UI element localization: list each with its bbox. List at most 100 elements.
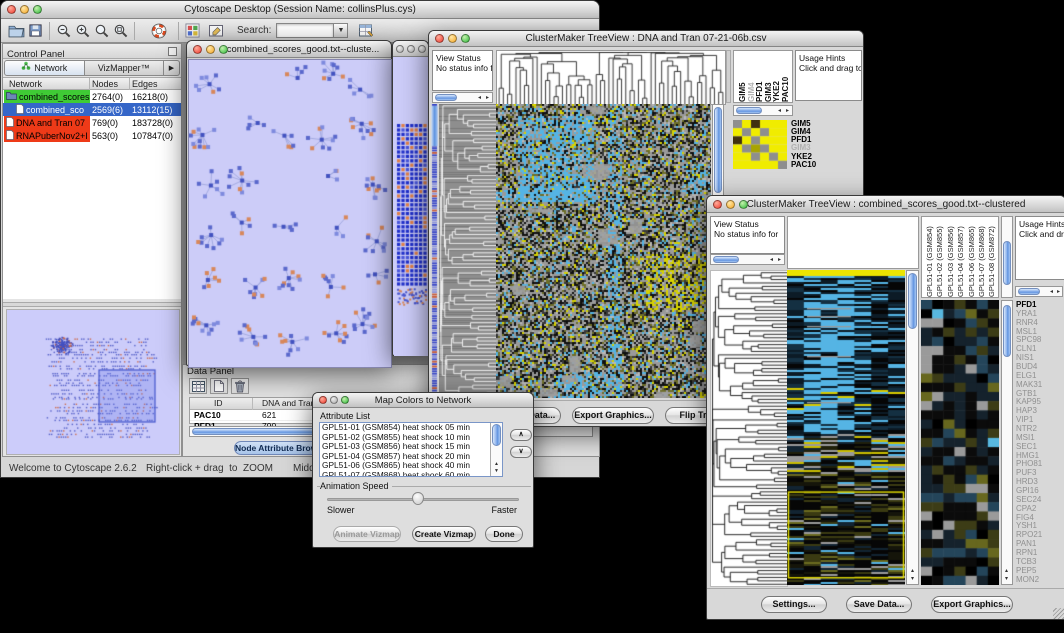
zoom-window-icon[interactable] (418, 45, 426, 53)
gene-label[interactable]: HRD3 (1016, 478, 1064, 487)
close-icon[interactable] (319, 396, 327, 404)
data-col-id[interactable]: ID (214, 398, 223, 408)
gene-label[interactable]: HAP3 (1016, 407, 1064, 416)
gene-label[interactable]: BUD4 (1016, 363, 1064, 372)
scroll-thumb[interactable] (736, 107, 762, 114)
minimize-icon[interactable] (330, 396, 338, 404)
treeview2-zoom-vscroll[interactable]: ▴ ▾ (1001, 300, 1013, 585)
main-titlebar[interactable]: Cytoscape Desktop (Session Name: collins… (1, 1, 599, 19)
gene-label[interactable]: PFD1 (1016, 301, 1064, 310)
gene-label[interactable]: TCB3 (1016, 558, 1064, 567)
overview-splitter[interactable] (3, 302, 181, 307)
save-icon[interactable] (26, 21, 45, 40)
gene-label[interactable]: MAK31 (1016, 381, 1064, 390)
scroll-left-icon[interactable]: ◂ (778, 108, 781, 114)
zoom-window-icon[interactable] (461, 34, 470, 43)
search-dropdown-button[interactable]: ▼ (334, 23, 348, 38)
done-button[interactable]: Done (485, 526, 523, 542)
attribute-list-item[interactable]: GPL51-04 (GSM857) heat shock 20 min (320, 452, 502, 462)
scroll-thumb[interactable] (908, 273, 917, 329)
gene-label[interactable]: PHO81 (1016, 460, 1064, 469)
network-graph-canvas[interactable] (188, 59, 392, 368)
export-graphics-button[interactable]: Export Graphics... (931, 596, 1013, 613)
scroll-down-icon[interactable]: ▾ (911, 576, 914, 582)
treeview1-zoom-hscroll[interactable]: ◂ ▸ (733, 105, 793, 116)
scroll-thumb[interactable] (1003, 241, 1011, 285)
gene-label[interactable]: RPN1 (1016, 549, 1064, 558)
t1-heatmap-canvas[interactable] (496, 104, 711, 398)
gene-label[interactable]: VIP1 (1016, 416, 1064, 425)
settings-button[interactable]: Settings... (761, 596, 827, 613)
open-folder-icon[interactable] (7, 21, 26, 40)
t2-heatmap-canvas[interactable] (787, 270, 905, 585)
minimize-icon[interactable] (448, 34, 457, 43)
scroll-thumb[interactable] (714, 107, 722, 193)
scroll-left-icon[interactable]: ◂ (1050, 289, 1053, 295)
scroll-thumb[interactable] (1018, 288, 1040, 295)
gene-label[interactable]: SEC1 (1016, 443, 1064, 452)
network-list-row[interactable]: DNA and Tran 07769(0)183728(0) (3, 116, 181, 129)
dialog-titlebar[interactable]: Map Colors to Network (313, 393, 533, 408)
gene-label[interactable]: CLN1 (1016, 345, 1064, 354)
scroll-left-icon[interactable]: ◂ (478, 95, 481, 101)
close-icon[interactable] (396, 45, 404, 53)
network-list-row[interactable]: RNAPuberNov2+I563(0)107847(0) (3, 129, 181, 142)
zoom-out-icon[interactable] (54, 21, 73, 40)
scroll-up-icon[interactable]: ▴ (1005, 568, 1008, 574)
close-icon[interactable] (7, 5, 16, 14)
minimize-icon[interactable] (20, 5, 29, 14)
gene-label[interactable]: HMG1 (1016, 452, 1064, 461)
attribute-table-select-icon[interactable] (189, 378, 207, 394)
help-lifebuoy-icon[interactable] (149, 21, 168, 40)
treeview2-status-scrollbar[interactable]: ◂ ▸ (710, 254, 785, 265)
gene-label[interactable]: YRA1 (1016, 310, 1064, 319)
col-header-nodes[interactable]: Nodes (92, 79, 118, 89)
gene-label[interactable]: RPO21 (1016, 531, 1064, 540)
treeview2-titlebar[interactable]: ClusterMaker TreeView : combined_scores_… (707, 196, 1064, 213)
zoom-window-icon[interactable] (219, 45, 228, 54)
gene-label[interactable]: MSI1 (1016, 434, 1064, 443)
attribute-list-item[interactable]: GPL51-06 (GSM865) heat shock 40 min (320, 461, 502, 471)
gene-label[interactable]: FIG4 (1016, 514, 1064, 523)
gene-label[interactable]: GTB1 (1016, 390, 1064, 399)
gene-label[interactable]: YSH1 (1016, 522, 1064, 531)
gene-label[interactable]: PUF3 (1016, 469, 1064, 478)
resize-grip[interactable] (1053, 608, 1064, 619)
col-header-edges[interactable]: Edges (132, 79, 158, 89)
attribute-table-icon[interactable] (356, 21, 375, 40)
scroll-left-icon[interactable]: ◂ (770, 257, 773, 263)
scroll-right-icon[interactable]: ▸ (786, 108, 789, 114)
attribute-listbox[interactable]: GPL51-01 (GSM854) heat shock 05 min GPL51… (319, 422, 503, 477)
vizmapper-palette-icon[interactable] (183, 21, 202, 40)
scroll-thumb[interactable] (492, 424, 501, 446)
network-list-row[interactable]: combined_sco2569(6)13112(15) (3, 103, 181, 116)
attribute-list-scrollbar[interactable]: ▲ ▼ (490, 423, 502, 476)
scroll-thumb[interactable] (1003, 305, 1011, 357)
background-network-window[interactable] (392, 40, 429, 356)
gene-label[interactable]: MON2 (1016, 576, 1064, 585)
gene-label[interactable]: KAP95 (1016, 398, 1064, 407)
gene-label[interactable]: MSL1 (1016, 328, 1064, 337)
close-icon[interactable] (193, 45, 202, 54)
move-attribute-up-button[interactable]: ∧ (510, 429, 532, 441)
scroll-thumb[interactable] (713, 256, 739, 263)
scroll-down-icon[interactable]: ▾ (1005, 576, 1008, 582)
zoom-window-icon[interactable] (33, 5, 42, 14)
gene-label[interactable]: PAN1 (1016, 540, 1064, 549)
attribute-list-item[interactable]: GPL51-01 (GSM854) heat shock 05 min (320, 423, 502, 433)
new-attribute-icon[interactable] (210, 378, 228, 394)
annotation-icon[interactable] (206, 21, 225, 40)
scroll-right-icon[interactable]: ▸ (778, 257, 781, 263)
tab-vizmapper[interactable]: VizMapper™ (85, 60, 165, 76)
gene-label[interactable]: CPA2 (1016, 505, 1064, 514)
close-icon[interactable] (435, 34, 444, 43)
col-header-network[interactable]: Network (9, 79, 42, 89)
minimize-icon[interactable] (726, 200, 735, 209)
scroll-right-icon[interactable]: ▸ (486, 95, 489, 101)
save-data-button[interactable]: Save Data... (846, 596, 912, 613)
scroll-thumb[interactable] (435, 94, 457, 101)
window-controls[interactable] (7, 5, 42, 14)
t1-pixel-strip-canvas[interactable] (431, 104, 438, 398)
treeview1-titlebar[interactable]: ClusterMaker TreeView : DNA and Tran 07-… (429, 31, 863, 47)
zoom-in-icon[interactable] (73, 21, 92, 40)
